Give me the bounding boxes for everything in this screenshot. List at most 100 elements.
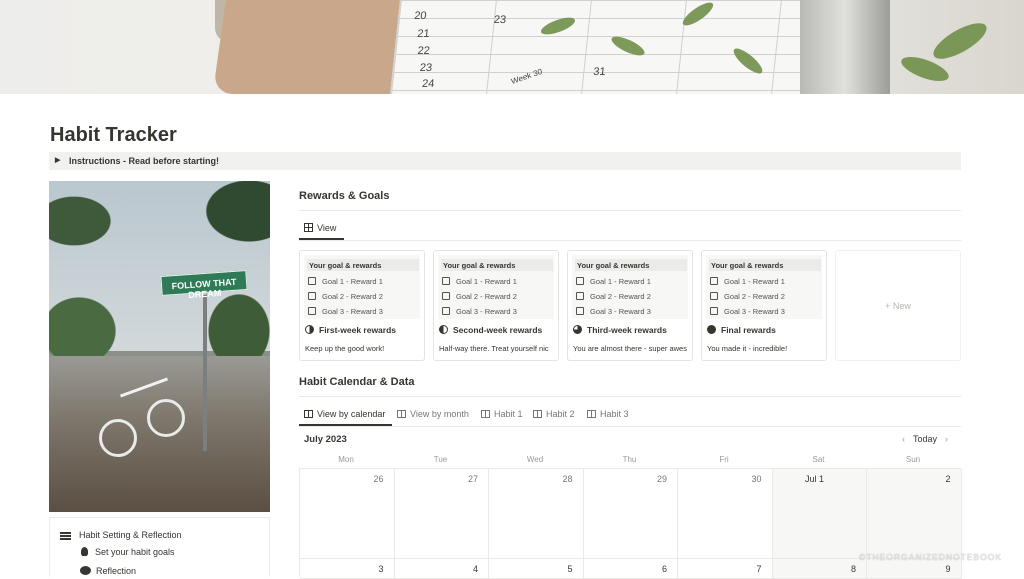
goal-item[interactable]: Goal 1 - Reward 1 <box>710 277 785 286</box>
checkbox[interactable] <box>442 292 450 300</box>
checkbox[interactable] <box>308 307 316 315</box>
gallery-icon <box>304 223 313 232</box>
tab-habit-2[interactable]: Habit 2 <box>533 409 575 419</box>
tab-label: View by calendar <box>317 409 386 419</box>
checkbox[interactable] <box>308 292 316 300</box>
table-icon <box>587 410 596 418</box>
goal-item[interactable]: Goal 3 - Reward 3 <box>442 307 517 316</box>
divider <box>299 240 961 241</box>
bicycle-photo: FOLLOW THAT DREAM <box>49 181 270 512</box>
reward-card-first-week[interactable]: Your goal & rewards Goal 1 - Reward 1 Go… <box>299 250 425 361</box>
tab-view-by-month[interactable]: View by month <box>397 409 469 419</box>
thought-bubble-icon <box>80 566 91 575</box>
cover-image: 20 21 22 23 23 24 31 Week 30 <box>0 0 1024 94</box>
goal-label: Goal 1 - Reward 1 <box>724 277 785 286</box>
card-description: You are almost there - super awes <box>573 344 687 353</box>
calendar-month-label: July 2023 <box>304 434 347 445</box>
goal-item[interactable]: Goal 1 - Reward 1 <box>576 277 651 286</box>
calendar-day-cell[interactable]: 7 <box>678 559 773 579</box>
checkbox[interactable] <box>576 307 584 315</box>
sidebar-item-reflection[interactable]: Reflection <box>80 566 136 576</box>
new-card-button[interactable]: + New <box>835 250 961 361</box>
calendar-day-cell[interactable]: 30 <box>678 469 773 559</box>
checkbox[interactable] <box>710 292 718 300</box>
calendar-day-cell[interactable]: Jul 1 <box>772 469 867 559</box>
goal-item[interactable]: Goal 2 - Reward 2 <box>442 292 517 301</box>
checkbox[interactable] <box>710 307 718 315</box>
calendar-number: 24 <box>421 78 435 90</box>
reward-card-second-week[interactable]: Your goal & rewards Goal 1 - Reward 1 Go… <box>433 250 559 361</box>
weekday-header: Fri <box>719 455 729 464</box>
table-icon <box>397 410 406 418</box>
table-icon <box>533 410 542 418</box>
divider <box>299 426 961 427</box>
checkbox[interactable] <box>710 277 718 285</box>
reward-card-final[interactable]: Your goal & rewards Goal 1 - Reward 1 Go… <box>701 250 827 361</box>
goal-item[interactable]: Goal 3 - Reward 3 <box>710 307 785 316</box>
tab-habit-1[interactable]: Habit 1 <box>481 409 523 419</box>
calendar-day-cell[interactable]: 9 <box>867 559 962 579</box>
sidebar-item-habit-goals[interactable]: Set your habit goals <box>81 547 175 557</box>
checkbox[interactable] <box>308 277 316 285</box>
calendar-day-cell[interactable]: 28 <box>489 469 584 559</box>
calendar-nav: ‹ Today › <box>902 434 948 444</box>
toggle-triangle-icon[interactable]: ▶ <box>55 156 60 164</box>
calendar-day-cell[interactable]: 8 <box>772 559 867 579</box>
menu-icon <box>60 532 71 540</box>
tab-label: Habit 1 <box>494 409 523 419</box>
goal-label: Goal 1 - Reward 1 <box>322 277 383 286</box>
tab-view-by-calendar[interactable]: View by calendar <box>304 409 385 419</box>
calendar-day-cell[interactable]: 2 <box>867 469 962 559</box>
chevron-left-icon[interactable]: ‹ <box>902 434 905 444</box>
tab-label: View by month <box>410 409 469 419</box>
calendar-day-cell[interactable]: 27 <box>394 469 489 559</box>
goal-label: Goal 3 - Reward 3 <box>322 307 383 316</box>
divider <box>299 210 961 211</box>
sign-pole <box>203 281 207 451</box>
goal-item[interactable]: Goal 3 - Reward 3 <box>308 307 383 316</box>
card-description: You made it - incredible! <box>707 344 788 353</box>
goal-item[interactable]: Goal 1 - Reward 1 <box>308 277 383 286</box>
calendar-day-cell[interactable]: 4 <box>394 559 489 579</box>
panel-heading: Habit Setting & Reflection <box>79 530 182 540</box>
checkbox[interactable] <box>442 277 450 285</box>
habit-calendar-heading: Habit Calendar & Data <box>299 376 415 388</box>
calendar-number: 20 <box>413 10 428 22</box>
calendar-day-cell[interactable]: 29 <box>583 469 678 559</box>
calendar-number: 21 <box>416 28 431 40</box>
card-title: Third-week rewards <box>573 325 667 335</box>
divider <box>299 396 961 397</box>
calendar-day-cell[interactable]: 6 <box>583 559 678 579</box>
reward-card-third-week[interactable]: Your goal & rewards Goal 1 - Reward 1 Go… <box>567 250 693 361</box>
goal-item[interactable]: Goal 3 - Reward 3 <box>576 307 651 316</box>
chevron-right-icon[interactable]: › <box>945 434 948 444</box>
goal-label: Goal 2 - Reward 2 <box>590 292 651 301</box>
tab-habit-3[interactable]: Habit 3 <box>587 409 629 419</box>
tab-label: Habit 2 <box>546 409 575 419</box>
checkbox[interactable] <box>442 307 450 315</box>
today-button[interactable]: Today <box>913 434 937 444</box>
habit-settings-panel: Habit Setting & Reflection Set your habi… <box>49 517 270 577</box>
weekday-header: Thu <box>622 455 637 464</box>
calendar-day-cell[interactable]: 5 <box>489 559 584 579</box>
full-circle-icon <box>707 325 716 334</box>
three-quarter-moon-icon <box>573 325 582 334</box>
goal-item[interactable]: Goal 2 - Reward 2 <box>576 292 651 301</box>
card-description: Half-way there. Treat yourself nic <box>439 344 549 353</box>
weekday-header: Mon <box>338 455 354 464</box>
goal-item[interactable]: Goal 1 - Reward 1 <box>442 277 517 286</box>
goal-label: Goal 3 - Reward 3 <box>590 307 651 316</box>
goal-item[interactable]: Goal 2 - Reward 2 <box>308 292 383 301</box>
sidebar-item-label: Set your habit goals <box>95 547 175 557</box>
calendar-day-cell[interactable]: 26 <box>300 469 395 559</box>
weekday-header: Sun <box>905 455 921 464</box>
card-title: Second-week rewards <box>439 325 542 335</box>
card-header: Your goal & rewards <box>709 259 821 271</box>
goal-item[interactable]: Goal 2 - Reward 2 <box>710 292 785 301</box>
instructions-toggle[interactable]: ▶ Instructions - Read before starting! <box>49 152 961 170</box>
tab-view[interactable]: View <box>304 223 336 233</box>
calendar-day-cell[interactable]: 3 <box>300 559 395 579</box>
checkbox[interactable] <box>576 292 584 300</box>
checkbox[interactable] <box>576 277 584 285</box>
goal-label: Goal 3 - Reward 3 <box>724 307 785 316</box>
